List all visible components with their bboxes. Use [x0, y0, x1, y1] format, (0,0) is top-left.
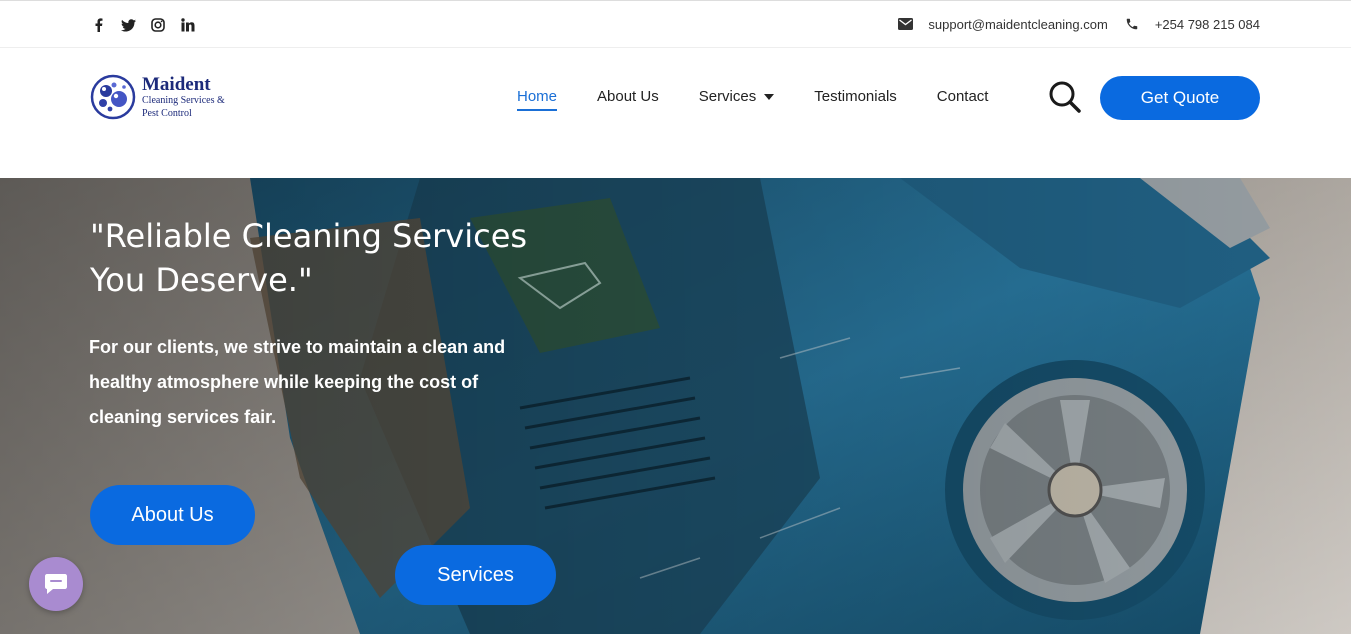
- site-header: Maident Cleaning Services & Pest Control…: [0, 48, 1351, 178]
- about-us-button[interactable]: About Us: [90, 485, 255, 545]
- nav-item-about-us[interactable]: About Us: [597, 88, 659, 111]
- instagram-icon[interactable]: [150, 17, 166, 33]
- top-bar: support@maidentcleaning.com +254 798 215…: [0, 0, 1351, 48]
- phone-icon: [1124, 16, 1140, 32]
- logo-bubbles-icon: [90, 74, 136, 120]
- chevron-down-icon: [764, 94, 775, 101]
- contact-info: support@maidentcleaning.com +254 798 215…: [897, 16, 1260, 32]
- logo-subtitle-line2: Pest Control: [142, 107, 192, 119]
- nav-item-testimonials[interactable]: Testimonials: [814, 88, 897, 111]
- logo-text: Maident Cleaning Services & Pest Control: [142, 75, 225, 119]
- nav-item-services-label: Services: [698, 88, 757, 105]
- facebook-icon[interactable]: [90, 17, 106, 33]
- hero-description: For our clients, we strive to maintain a…: [89, 337, 506, 427]
- site-logo[interactable]: Maident Cleaning Services & Pest Control: [90, 72, 242, 122]
- nav-item-home[interactable]: Home: [517, 88, 558, 111]
- main-nav: Home About Us Services Testimonials Cont…: [517, 88, 1028, 111]
- contact-phone[interactable]: +254 798 215 084: [1155, 17, 1260, 32]
- linkedin-icon[interactable]: [180, 17, 196, 33]
- chat-widget-button[interactable]: [29, 557, 83, 611]
- hero-title: "Reliable Cleaning Services You Deserve.…: [90, 217, 528, 299]
- chat-icon: [45, 574, 67, 594]
- get-quote-button[interactable]: Get Quote: [1100, 76, 1260, 120]
- envelope-icon: [897, 16, 913, 32]
- nav-item-services[interactable]: Services: [699, 88, 775, 111]
- contact-email[interactable]: support@maidentcleaning.com: [928, 17, 1107, 32]
- logo-subtitle-line1: Cleaning Services &: [142, 95, 225, 106]
- logo-title: Maident: [142, 74, 211, 95]
- hero-section: "Reliable Cleaning Services You Deserve.…: [0, 178, 1351, 634]
- services-button[interactable]: Services: [395, 545, 556, 605]
- search-icon[interactable]: [1048, 80, 1082, 114]
- twitter-icon[interactable]: [120, 17, 136, 33]
- nav-item-contact[interactable]: Contact: [937, 88, 989, 111]
- social-links: [90, 17, 196, 33]
